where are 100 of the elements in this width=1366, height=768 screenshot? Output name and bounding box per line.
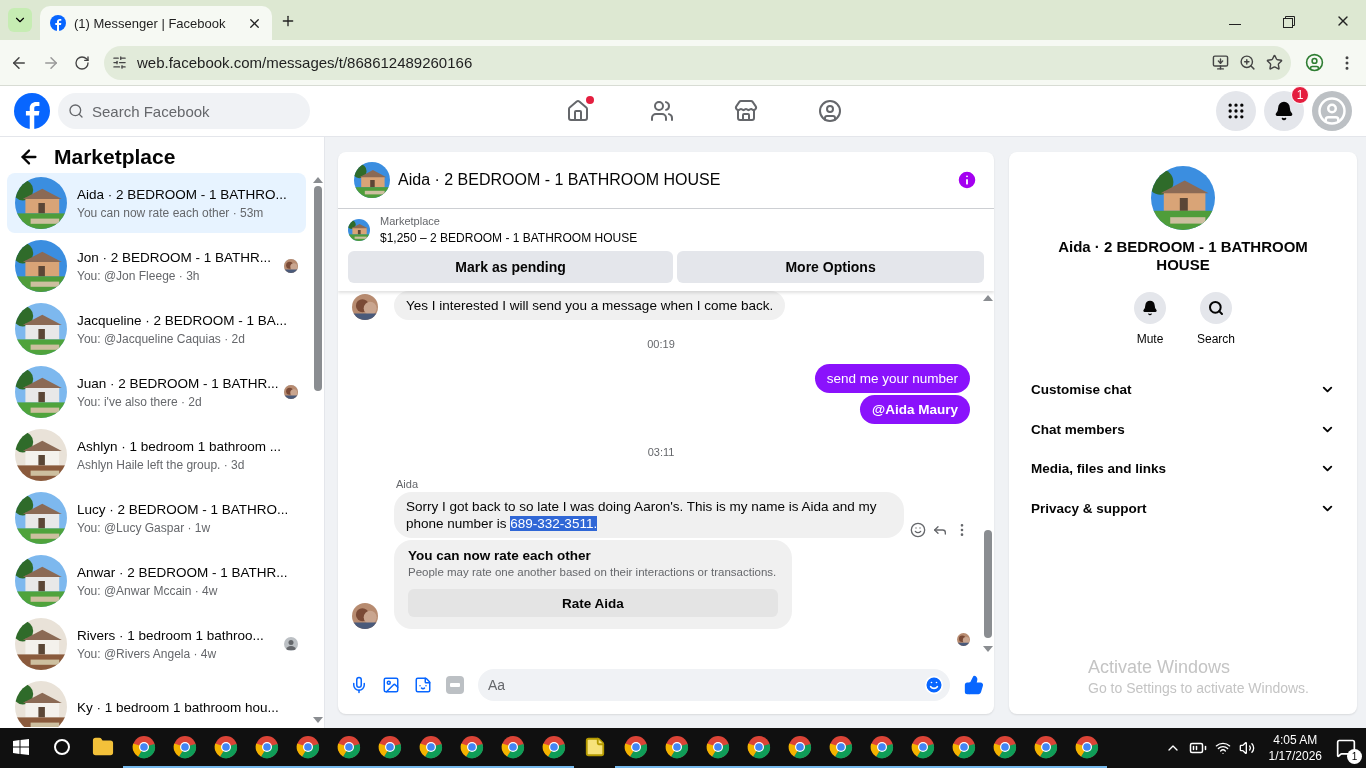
conversation-item[interactable]: Jacqueline · 2 BEDROOM - 1 BA... You: @Jacqueline Caquias · 2d [7,299,306,359]
chrome-icon[interactable] [418,735,443,759]
search-field[interactable]: Search Facebook [58,93,310,129]
conversation-item[interactable]: Ashlyn · 1 bedroom 1 bathroom ... Ashlyn Haile left the group. · 3d [7,425,306,485]
bell-icon [1274,101,1294,121]
sticky-note-icon[interactable] [583,736,606,758]
chrome-icon[interactable] [541,735,566,759]
emoji-icon[interactable] [924,675,944,695]
section-label: Chat members [1031,421,1125,437]
chrome-icon[interactable] [213,735,238,759]
marketplace-icon[interactable] [734,99,758,123]
volume-icon[interactable] [1238,740,1255,756]
site-settings-icon[interactable] [112,55,127,70]
browser-tab[interactable]: (1) Messenger | Facebook [40,6,272,40]
folder-icon[interactable] [91,736,114,758]
message-bubble: Yes I interested I will send you a message when I come back. [394,291,786,320]
chrome-icon[interactable] [336,735,361,759]
message-field[interactable]: Aa [478,669,950,701]
chrome-icon[interactable] [1074,735,1099,759]
chrome-icon[interactable] [910,735,935,759]
scrollbar-thumb[interactable] [314,186,322,391]
like-icon[interactable] [964,675,984,695]
reload-icon[interactable] [74,54,90,71]
wifi-icon[interactable] [1214,740,1231,756]
conversation-preview: You can now rate each other · 53m [77,205,265,220]
chrome-icon[interactable] [787,735,812,759]
facebook-icon [50,15,66,31]
menu-icon[interactable] [1216,91,1256,131]
user-icon [284,637,298,651]
chat-title: Aida · 2 BEDROOM - 1 BATHROOM HOUSE [1058,238,1308,274]
conversation-item[interactable]: Lucy · 2 BEDROOM - 1 BATHRO... You: @Lucy Gaspar · 1w [7,488,306,548]
conversation-name: Ky · 1 bedroom 1 bathroom hou... [77,699,280,715]
conversation-item[interactable]: Jon · 2 BEDROOM - 1 BATHR... You: @Jon Fleege · 3h [7,236,306,296]
scrollbar-thumb[interactable] [984,530,992,638]
react-icon[interactable] [910,522,926,538]
chrome-icon[interactable] [828,735,853,759]
conversation-name: Anwar · 2 BEDROOM - 1 BATHR... [77,564,289,580]
chrome-icon[interactable] [746,735,771,759]
section-label: Privacy & support [1031,500,1147,516]
conversation-preview: You: @Jon Fleege · 3h [77,268,201,283]
tab-list-button[interactable] [8,8,32,32]
clock-time: 4:05 AM [1273,732,1318,748]
new-tab-icon[interactable] [280,13,296,29]
conversation-item[interactable]: Anwar · 2 BEDROOM - 1 BATHR... You: @Anwar Mccain · 4w [7,551,306,611]
install-icon[interactable] [1212,54,1229,71]
scroll-down-icon[interactable] [313,717,323,723]
conversation-item[interactable]: Rivers · 1 bedroom 1 bathroo... You: @Rivers Angela · 4w [7,614,306,674]
action-label: Search [1197,332,1235,346]
section-header[interactable]: Chat members [1031,409,1335,449]
chrome-icon[interactable] [172,735,197,759]
conversation-preview: Ashlyn Haile left the group. · 3d [77,457,246,472]
zoom-icon[interactable] [1239,54,1256,71]
chrome-icon[interactable] [705,735,730,759]
section-header[interactable]: Media, files and links [1031,449,1335,489]
chrome-icon[interactable] [869,735,894,759]
chrome-icon[interactable] [254,735,279,759]
activation-text: Go to Settings to activate Windows. [1088,680,1309,696]
photo-icon[interactable] [382,676,400,694]
clock-date: 1/17/2026 [1268,748,1322,764]
profile-icon[interactable] [1305,53,1324,72]
action-button[interactable]: More Options [677,251,984,283]
conversation-preview: You: @Jacqueline Caquias · 2d [77,331,246,346]
scroll-down-icon[interactable] [983,646,993,652]
groups-icon[interactable] [818,99,842,123]
url-text: web.facebook.com/messages/t/868612489260166 [137,54,473,71]
sidebar-title: Marketplace [54,145,176,169]
scroll-up-icon[interactable] [313,177,323,183]
chrome-icon[interactable] [295,735,320,759]
info-icon[interactable] [956,169,978,191]
scroll-up-icon[interactable] [983,295,993,301]
chrome-icon[interactable] [664,735,689,759]
action-button[interactable]: Mark as pending [348,251,674,283]
chrome-icon[interactable] [377,735,402,759]
card-text: People may rate one another based on their interactions or transactions. [408,566,778,578]
bookmark-icon[interactable] [1266,54,1283,71]
bell-icon[interactable] [1134,292,1166,324]
message-bubble: send me your number [814,364,970,393]
rate-button[interactable]: Rate Aida [408,589,778,617]
chrome-icon[interactable] [459,735,484,759]
conversation-item[interactable]: Juan · 2 BEDROOM - 1 BATHR... You: i've also there · 2d [7,362,306,422]
chrome-icon[interactable] [1033,735,1058,759]
microphone-icon[interactable] [350,676,368,694]
conversation-preview: You: @Rivers Angela · 4w [77,646,218,661]
chrome-icon[interactable] [951,735,976,759]
notifications-button[interactable] [1264,91,1304,131]
section-header[interactable]: Customise chat [1031,370,1335,410]
notification-badge: 1 [1291,86,1309,104]
conversation-item[interactable]: Aida · 2 BEDROOM - 1 BATHRO... You can now rate each other · 53m [7,173,306,233]
friends-icon[interactable] [650,99,674,123]
section-header[interactable]: Privacy & support [1031,488,1335,528]
chrome-icon[interactable] [623,735,648,759]
chat-title: Aida · 2 BEDROOM - 1 BATHROOM HOUSE [398,171,722,189]
timestamp: 03:11 [646,445,676,460]
sticker-icon[interactable] [414,676,432,694]
chrome-icon[interactable] [992,735,1017,759]
facebook-logo[interactable] [14,93,50,129]
address-bar[interactable]: web.facebook.com/messages/t/868612489260166 [104,45,1291,80]
chrome-icon[interactable] [500,735,525,759]
search-icon[interactable] [1200,292,1232,324]
chrome-icon[interactable] [131,735,156,759]
